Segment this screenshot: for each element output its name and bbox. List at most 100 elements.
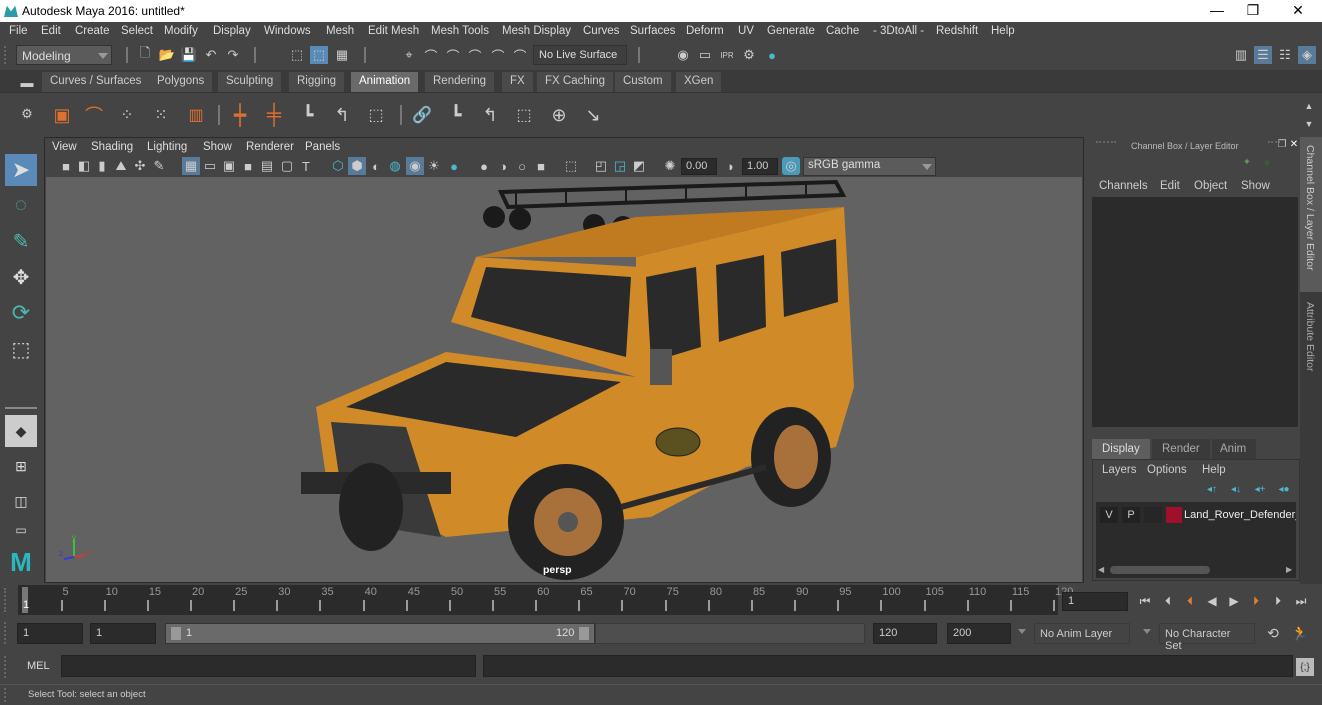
persp-graph-layout[interactable]: ▭ bbox=[5, 521, 37, 539]
anti-aliasing-icon[interactable]: ○ bbox=[513, 157, 531, 175]
paint-select-tool[interactable]: ✎ bbox=[5, 225, 37, 257]
layer-color-swatch[interactable] bbox=[1166, 507, 1182, 523]
lasso-tool[interactable]: ◌ bbox=[5, 189, 37, 221]
character-set-dropdown[interactable]: No Character Set bbox=[1159, 623, 1255, 652]
time-slider[interactable]: 1 5 10 15 20 25 30 35 40 45 50 55 60 65 70 75 80 85 90 95 1… bbox=[18, 585, 1073, 615]
snap-grid-icon[interactable]: ⌖ bbox=[400, 46, 418, 64]
new-layer-selected-icon[interactable]: ◂● bbox=[1276, 482, 1292, 496]
layer-name[interactable]: Land_Rover_Defender_ bbox=[1184, 509, 1296, 521]
menu-create[interactable]: Create bbox=[75, 25, 110, 37]
motion-trail-icon[interactable]: ⌒ bbox=[82, 103, 106, 127]
scale-constraint-icon[interactable]: ⬚ bbox=[512, 103, 536, 127]
animation-preferences-icon[interactable]: 🏃 bbox=[1291, 624, 1309, 642]
play-backwards-button[interactable]: ◀ bbox=[1203, 592, 1221, 610]
shelf-scroll-down-icon[interactable]: ▼ bbox=[1300, 115, 1318, 133]
outliner-persp-layout[interactable]: ◫ bbox=[5, 487, 37, 515]
shadows-icon[interactable]: ● bbox=[445, 157, 463, 175]
playback-end-field[interactable]: 120 bbox=[873, 623, 937, 644]
land-rover-model[interactable] bbox=[46, 177, 1082, 582]
layer-tab-anim[interactable]: Anim bbox=[1212, 439, 1256, 459]
scale-tool[interactable]: ⬚ bbox=[5, 333, 37, 365]
use-all-lights-icon[interactable]: ☀ bbox=[425, 157, 443, 175]
film-gate-icon[interactable]: ▭ bbox=[201, 157, 219, 175]
menu-redshift[interactable]: Redshift bbox=[936, 25, 978, 37]
range-end-handle[interactable] bbox=[579, 627, 589, 640]
camera-attributes-icon[interactable]: ◧ bbox=[75, 157, 93, 175]
modeling-toolkit-icon[interactable]: ▥ bbox=[1232, 46, 1250, 64]
horizontal-scrollbar[interactable]: ◀ ▶ bbox=[1096, 564, 1296, 576]
color-management-icon[interactable]: ◎ bbox=[782, 157, 800, 175]
breakdown-key-icon[interactable]: ╪ bbox=[262, 103, 286, 127]
grease-pencil-icon[interactable]: ✎ bbox=[150, 157, 168, 175]
menu-select[interactable]: Select bbox=[121, 25, 153, 37]
animation-start-field[interactable]: 1 bbox=[17, 623, 83, 644]
depth-of-field-icon[interactable]: ■ bbox=[532, 157, 550, 175]
render-settings-icon[interactable]: ⚙ bbox=[740, 46, 758, 64]
menu-surfaces[interactable]: Surfaces bbox=[630, 25, 675, 37]
textured-icon[interactable]: ◉ bbox=[406, 157, 424, 175]
restore-button[interactable]: ❐ bbox=[1243, 2, 1263, 19]
shelf-tab-rendering[interactable]: Rendering bbox=[425, 72, 496, 92]
close-panel-icon[interactable]: ✕ bbox=[1288, 138, 1300, 150]
live-surface-field[interactable]: No Live Surface bbox=[533, 45, 627, 65]
grip-handle[interactable] bbox=[1096, 141, 1116, 149]
play-forwards-button[interactable]: ▶ bbox=[1225, 592, 1243, 610]
menu-file[interactable]: File bbox=[9, 25, 28, 37]
grid-icon[interactable]: ▦ bbox=[182, 157, 200, 175]
options-menu[interactable]: Options bbox=[1147, 464, 1187, 476]
smooth-shade-icon[interactable]: ⬢ bbox=[348, 157, 366, 175]
key-rotate-icon[interactable]: ↰ bbox=[330, 103, 354, 127]
shelf-tab-sculpting[interactable]: Sculpting bbox=[218, 72, 283, 92]
channels-menu[interactable]: Channels bbox=[1099, 180, 1148, 192]
snap-live-icon[interactable]: ⌒ bbox=[511, 46, 529, 64]
menu-edit-mesh[interactable]: Edit Mesh bbox=[368, 25, 419, 37]
point-constraint-icon[interactable]: ┗ bbox=[444, 103, 468, 127]
select-object-icon[interactable]: ⬚ bbox=[310, 46, 328, 64]
select-tool[interactable]: ➤ bbox=[5, 154, 37, 186]
key-scale-icon[interactable]: ⬚ bbox=[364, 103, 388, 127]
wireframe-icon[interactable]: ⬡ bbox=[329, 157, 347, 175]
auto-key-icon[interactable]: ⟲ bbox=[1264, 624, 1282, 642]
shelf-settings-icon[interactable]: ⚙ bbox=[18, 105, 36, 123]
move-tool[interactable]: ✥ bbox=[5, 261, 37, 293]
range-start-handle[interactable] bbox=[171, 627, 181, 640]
shelf-tab-fx-caching[interactable]: FX Caching bbox=[537, 72, 615, 92]
shelf-tab-custom[interactable]: Custom bbox=[615, 72, 672, 92]
shelf-tab-rigging[interactable]: Rigging bbox=[289, 72, 345, 92]
tool-settings-toggle-icon[interactable]: ☷ bbox=[1276, 46, 1294, 64]
new-scene-icon[interactable]: 🗋 bbox=[136, 45, 154, 64]
grip-handle[interactable] bbox=[4, 688, 8, 702]
move-layer-down-icon[interactable]: ◂↓ bbox=[1228, 482, 1244, 496]
current-frame-field[interactable]: 1 bbox=[1062, 592, 1128, 611]
layer-visibility-toggle[interactable]: V bbox=[1100, 507, 1118, 523]
script-editor-icon[interactable]: {;} bbox=[1296, 658, 1314, 676]
xray-components-icon[interactable]: ◩ bbox=[630, 157, 648, 175]
step-forward-key-button[interactable]: ⏵ bbox=[1247, 592, 1265, 610]
playblast-icon[interactable]: ▣ bbox=[50, 103, 74, 127]
3d-viewport[interactable]: y x z persp bbox=[46, 177, 1082, 582]
safe-action-icon[interactable]: ▢ bbox=[278, 157, 296, 175]
two-d-pan-zoom-icon[interactable]: ✣ bbox=[131, 157, 149, 175]
scroll-right-icon[interactable]: ▶ bbox=[1286, 565, 1292, 574]
side-tab-attribute-editor[interactable]: Attribute Editor bbox=[1300, 297, 1322, 387]
image-plane-icon[interactable]: ⛰ bbox=[112, 157, 130, 175]
step-back-key-button[interactable]: ⏴ bbox=[1181, 592, 1199, 610]
gamma-field[interactable]: 1.00 bbox=[742, 158, 778, 175]
orient-constraint-icon[interactable]: ↰ bbox=[478, 103, 502, 127]
command-language-label[interactable]: MEL bbox=[27, 660, 50, 672]
gate-mask-icon[interactable]: ■ bbox=[239, 157, 257, 175]
panel-menu-view[interactable]: View bbox=[52, 141, 77, 153]
grip-handle[interactable] bbox=[4, 622, 8, 644]
attribute-editor-toggle-icon[interactable]: ☰ bbox=[1254, 46, 1272, 64]
chevron-down-icon[interactable] bbox=[1018, 629, 1026, 634]
field-chart-icon[interactable]: ▤ bbox=[258, 157, 276, 175]
select-component-icon[interactable]: ▦ bbox=[333, 46, 351, 64]
edit-menu[interactable]: Edit bbox=[1160, 180, 1180, 192]
screen-space-ao-icon[interactable]: ● bbox=[475, 157, 493, 175]
hypershade-icon[interactable]: ● bbox=[763, 46, 781, 64]
single-perspective-layout[interactable]: ◆ bbox=[5, 415, 37, 447]
xray-joints-icon[interactable]: ◲ bbox=[611, 157, 629, 175]
scroll-left-icon[interactable]: ◀ bbox=[1098, 565, 1104, 574]
resolution-gate-icon[interactable]: ▣ bbox=[220, 157, 238, 175]
rotate-tool[interactable]: ⟳ bbox=[5, 297, 37, 329]
